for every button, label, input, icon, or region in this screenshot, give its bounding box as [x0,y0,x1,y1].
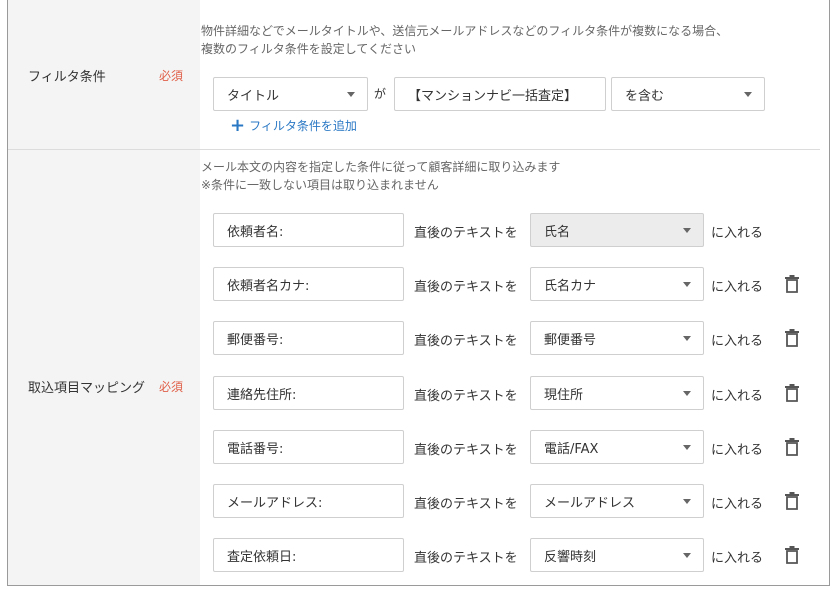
trash-icon[interactable] [785,275,799,293]
mapping-target-value: 現住所 [544,387,584,403]
caret-down-icon [683,499,691,504]
mapping-key-text: 査定依頼日: [227,549,297,565]
mapping-key-input[interactable]: 依頼者名: [213,213,404,247]
mapping-target-value: 反響時刻 [544,549,597,565]
put-in-label: に入れる [711,389,764,404]
filter-required-badge: 必須 [159,69,184,83]
filter-field-select[interactable]: タイトル [213,77,368,111]
mapping-label-cell: 取込項目マッピング 必須 [8,150,200,585]
mapping-target-value: 氏名カナ [544,278,597,294]
after-text-label: 直後のテキストを [414,389,518,404]
mapping-key-input[interactable]: メールアドレス: [213,484,404,518]
caret-down-icon [683,228,691,233]
filter-label-cell: フィルタ条件 必須 [8,0,200,150]
filter-label: フィルタ条件 [28,70,106,85]
mapping-target-select[interactable]: 氏名カナ [530,267,704,301]
filter-condition-value: を含む [625,88,665,104]
plus-icon: + [230,114,246,136]
mapping-target-select[interactable]: 電話/FAX [530,430,704,464]
mapping-key-text: メールアドレス: [227,495,323,511]
after-text-label: 直後のテキストを [414,443,518,458]
put-in-label: に入れる [711,443,764,458]
filter-value-text: 【マンションナビ一括査定】 [408,88,578,104]
caret-down-icon [744,92,752,97]
put-in-label: に入れる [711,334,764,349]
mapping-target-value: 氏名 [544,224,571,240]
after-text-label: 直後のテキストを [414,226,518,241]
put-in-label: に入れる [711,551,764,566]
after-text-label: 直後のテキストを [414,334,518,349]
mapping-key-text: 依頼者名: [227,224,284,240]
mapping-target-select[interactable]: 氏名 [530,213,704,247]
caret-down-icon [683,391,691,396]
trash-icon[interactable] [785,492,799,510]
filter-hint-line2: 複数のフィルタ条件を設定してください [201,42,417,56]
mapping-key-text: 郵便番号: [227,332,284,348]
after-text-label: 直後のテキストを [414,497,518,512]
caret-down-icon [683,553,691,558]
trash-icon[interactable] [785,329,799,347]
trash-icon[interactable] [785,546,799,564]
caret-down-icon [347,92,355,97]
caret-down-icon [683,336,691,341]
mapping-key-input[interactable]: 査定依頼日: [213,538,404,572]
form-panel: フィルタ条件 必須 物件詳細などでメールタイトルや、送信元メールアドレスなどのフ… [7,0,830,586]
caret-down-icon [683,282,691,287]
trash-icon[interactable] [785,384,799,402]
mapping-key-text: 連絡先住所: [227,387,297,403]
mapping-target-value: 郵便番号 [544,332,597,348]
mapping-key-input[interactable]: 郵便番号: [213,321,404,355]
put-in-label: に入れる [711,497,764,512]
mapping-target-select[interactable]: 現住所 [530,376,704,410]
mapping-key-input[interactable]: 連絡先住所: [213,376,404,410]
mapping-hint-line1: メール本文の内容を指定した条件に従って顧客詳細に取り込みます [201,160,561,174]
mapping-target-value: 電話/FAX [544,441,599,457]
put-in-label: に入れる [711,226,764,241]
filter-connector: が [374,87,387,101]
add-filter-button[interactable]: + フィルタ条件を追加 [230,114,357,136]
after-text-label: 直後のテキストを [414,551,518,566]
after-text-label: 直後のテキストを [414,280,518,295]
filter-hint-line1: 物件詳細などでメールタイトルや、送信元メールアドレスなどのフィルタ条件が複数にな… [201,24,729,38]
mapping-target-select[interactable]: 郵便番号 [530,321,704,355]
mapping-target-value: メールアドレス [544,495,636,511]
trash-icon[interactable] [785,438,799,456]
mapping-label: 取込項目マッピング [28,381,146,396]
caret-down-icon [683,445,691,450]
put-in-label: に入れる [711,280,764,295]
mapping-key-input[interactable]: 電話番号: [213,430,404,464]
mapping-key-text: 依頼者名カナ: [227,278,310,294]
mapping-hint-line2: ※条件に一致しない項目は取り込まれません [201,178,439,192]
filter-condition-select[interactable]: を含む [611,77,765,111]
add-filter-label: フィルタ条件を追加 [249,119,357,133]
mapping-target-select[interactable]: 反響時刻 [530,538,704,572]
filter-value-input[interactable]: 【マンションナビ一括査定】 [394,77,606,111]
mapping-key-text: 電話番号: [227,441,284,457]
mapping-target-select[interactable]: メールアドレス [530,484,704,518]
filter-field-value: タイトル [227,88,280,104]
mapping-key-input[interactable]: 依頼者名カナ: [213,267,404,301]
mapping-required-badge: 必須 [159,380,184,394]
